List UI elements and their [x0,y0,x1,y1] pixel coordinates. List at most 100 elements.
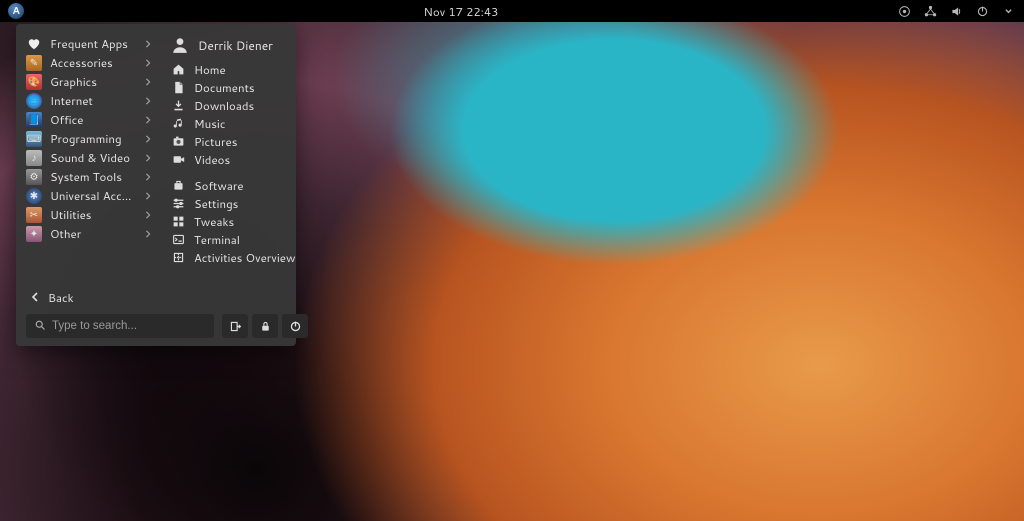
system-label: Activities Overview [194,249,295,266]
category-label: Programming [50,130,136,147]
category-label: Graphics [50,73,136,90]
chevron-right-icon [144,73,154,90]
category-label: Utilities [50,206,136,223]
place-home[interactable]: Home [164,60,305,78]
category-sound-video[interactable]: ♪ Sound & Video [16,148,164,167]
place-label: Documents [194,79,295,96]
place-pictures[interactable]: Pictures [164,132,305,150]
accessories-icon: ✎ [26,55,42,71]
chevron-right-icon [144,168,154,185]
category-label: Office [50,111,136,128]
place-downloads[interactable]: Downloads [164,96,305,114]
category-programming[interactable]: ⌨ Programming [16,129,164,148]
activities-logo[interactable]: A [8,3,24,19]
camera-icon [170,133,186,149]
place-videos[interactable]: Videos [164,150,305,168]
software-icon [170,177,186,193]
place-documents[interactable]: Documents [164,78,305,96]
application-menu: Frequent Apps ✎ Accessories 🎨 Graphics 🌐… [16,24,296,346]
activities-icon [170,249,186,265]
chevron-right-icon [144,187,154,204]
sliders-icon [170,195,186,211]
chevron-right-icon [144,130,154,147]
chevron-down-icon[interactable] [1002,4,1016,18]
search-field[interactable] [26,314,214,338]
system-tweaks[interactable]: Tweaks [164,212,305,230]
system-settings[interactable]: Settings [164,194,305,212]
chevron-right-icon [144,54,154,71]
category-other[interactable]: ✦ Other [16,224,164,243]
place-label: Downloads [194,97,295,114]
user-row[interactable]: Derrik Diener [164,34,305,56]
music-icon [170,115,186,131]
accessibility-icon: ✱ [26,188,42,204]
back-label: Back [48,289,74,306]
office-icon: 📘 [26,112,42,128]
category-accessories[interactable]: ✎ Accessories [16,53,164,72]
clock[interactable]: Nov 17 22:43 [424,3,499,20]
multimedia-icon: ♪ [26,150,42,166]
category-frequent-apps[interactable]: Frequent Apps [16,34,164,53]
other-icon: ✦ [26,226,42,242]
globe-icon: 🌐 [26,93,42,109]
system-label: Tweaks [194,213,295,230]
category-internet[interactable]: 🌐 Internet [16,91,164,110]
video-icon [170,151,186,167]
chevron-right-icon [144,206,154,223]
system-label: Terminal [194,231,295,248]
logout-button[interactable] [222,314,248,338]
category-label: Frequent Apps [50,35,136,52]
system-software[interactable]: Software [164,176,305,194]
programming-icon: ⌨ [26,131,42,147]
search-input[interactable] [52,320,206,332]
network-icon[interactable] [924,4,938,18]
document-icon [170,79,186,95]
utilities-icon: ✂ [26,207,42,223]
system-terminal[interactable]: Terminal [164,230,305,248]
tweaks-icon [170,213,186,229]
system-activities[interactable]: Activities Overview [164,248,305,266]
gear-icon: ⚙ [26,169,42,185]
place-music[interactable]: Music [164,114,305,132]
status-icon[interactable] [898,4,912,18]
category-utilities[interactable]: ✂ Utilities [16,205,164,224]
category-list: Frequent Apps ✎ Accessories 🎨 Graphics 🌐… [16,32,164,268]
chevron-right-icon [144,111,154,128]
category-graphics[interactable]: 🎨 Graphics [16,72,164,91]
chevron-left-icon [30,289,40,306]
chevron-right-icon [144,92,154,109]
heart-icon [26,36,42,52]
download-icon [170,97,186,113]
power-button[interactable] [282,314,308,338]
terminal-icon [170,231,186,247]
category-label: Internet [50,92,136,109]
power-icon[interactable] [976,4,990,18]
home-icon [170,61,186,77]
search-icon [34,318,46,335]
places-system-list: Derrik Diener Home Documents Downloads M… [164,32,305,268]
system-label: Settings [194,195,295,212]
lock-button[interactable] [252,314,278,338]
category-label: Universal Access [50,187,136,204]
chevron-right-icon [144,225,154,242]
graphics-icon: 🎨 [26,74,42,90]
place-label: Pictures [194,133,295,150]
user-name: Derrik Diener [198,37,295,54]
back-button[interactable]: Back [26,286,286,308]
category-universal-access[interactable]: ✱ Universal Access [16,186,164,205]
place-label: Music [194,115,295,132]
category-label: Accessories [50,54,136,71]
place-label: Videos [194,151,295,168]
avatar-icon [170,35,190,55]
category-office[interactable]: 📘 Office [16,110,164,129]
volume-icon[interactable] [950,4,964,18]
category-system-tools[interactable]: ⚙ System Tools [16,167,164,186]
place-label: Home [194,61,295,78]
top-bar: A Nov 17 22:43 [0,0,1024,22]
chevron-right-icon [144,35,154,52]
chevron-right-icon [144,149,154,166]
category-label: Other [50,225,136,242]
system-label: Software [194,177,295,194]
category-label: Sound & Video [50,149,136,166]
category-label: System Tools [50,168,136,185]
